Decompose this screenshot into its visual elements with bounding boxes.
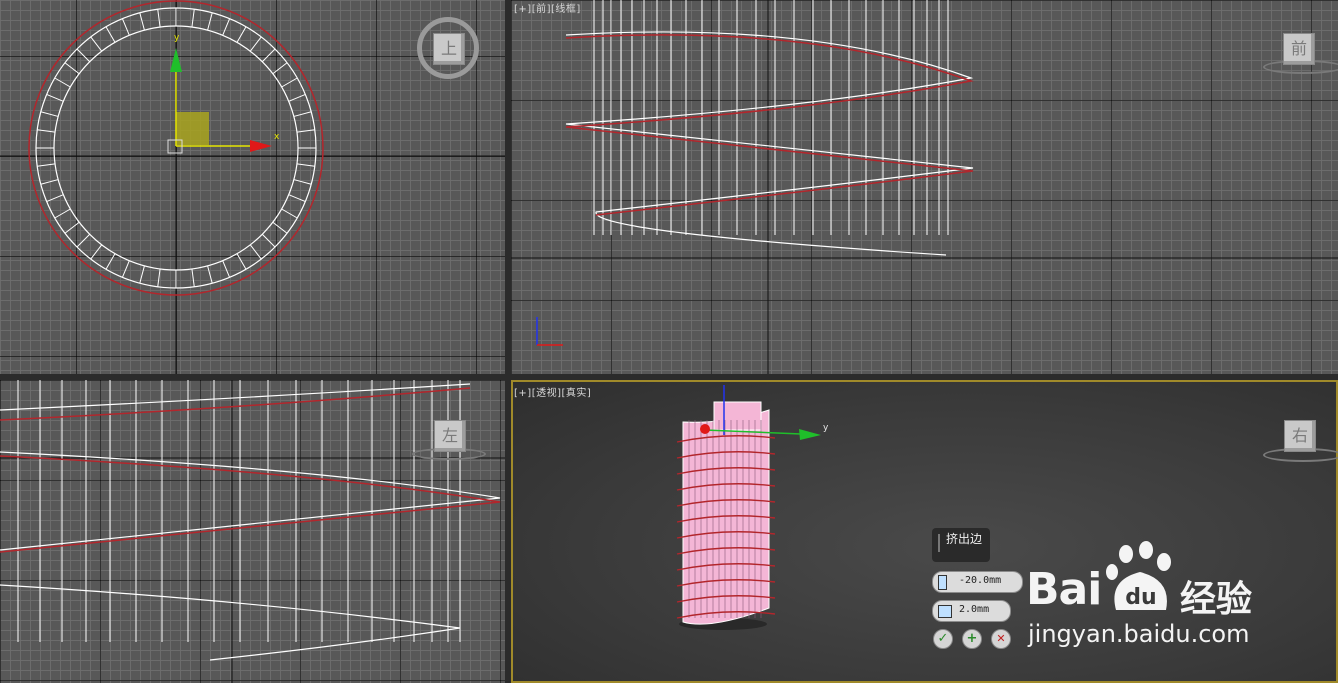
width-icon (938, 605, 952, 618)
left-view-canvas (0, 380, 505, 683)
helix-wire-side (0, 383, 501, 661)
caddy-drag-handle[interactable] (938, 534, 940, 552)
viewcube-left[interactable]: 左 (434, 420, 466, 452)
label-view[interactable]: [前] (532, 4, 551, 15)
viewport-left[interactable]: 左 (0, 380, 505, 683)
viewport-label-front[interactable]: [+][前][线框] (514, 0, 581, 15)
watermark-brand-suffix: 经验 (1180, 579, 1253, 620)
viewcube-right[interactable]: 右 (1284, 420, 1316, 452)
gizmo-x-handle (700, 424, 710, 434)
label-view[interactable]: [透视] (532, 388, 562, 399)
viewport-label-perspective[interactable]: [+][透视][真实] (514, 384, 591, 399)
caddy-title[interactable]: 挤出边 (932, 528, 990, 562)
paw-text: du (1125, 585, 1156, 610)
extrude-width-value[interactable]: 2.0mm (959, 604, 989, 615)
caddy-title-text: 挤出边 (946, 532, 983, 546)
helix-spline (565, 34, 974, 216)
viewcube-top[interactable]: 上 (433, 33, 465, 65)
helix-spline-side (0, 387, 501, 553)
baidu-paw-icon: du (1106, 541, 1171, 610)
gizmo-x-arrow (250, 140, 272, 152)
label-plus[interactable]: [+] (514, 4, 532, 15)
helix-mesh-body (682, 409, 770, 625)
caddy-cancel-button[interactable]: ✕ (991, 629, 1011, 649)
watermark-brand: Bai (1026, 564, 1102, 615)
caddy-apply-button[interactable]: + (962, 629, 982, 649)
label-plus[interactable]: [+] (514, 388, 532, 399)
watermark-url: jingyan.baidu.com (1028, 620, 1250, 648)
gizmo-x-label: x (274, 132, 280, 142)
gizmo-y-label: y (174, 33, 180, 43)
viewcube-front[interactable]: 前 (1283, 33, 1315, 65)
viewport-top[interactable]: y x 上 (0, 0, 505, 374)
gizmo-y-arrow (170, 48, 182, 72)
axis-tripod (536, 317, 563, 346)
gizmo-y-label: y (823, 423, 829, 433)
label-shading[interactable]: [真实] (562, 388, 592, 399)
label-shading[interactable]: [线框] (551, 4, 581, 15)
viewport-front[interactable]: [+][前][线框] 前 (511, 0, 1338, 374)
helix-wire (565, 31, 974, 256)
extrude-height-value[interactable]: -20.0mm (959, 575, 1001, 586)
front-view-canvas (511, 0, 1338, 374)
extrude-height-field[interactable]: -20.0mm (932, 571, 1023, 593)
extrude-width-field[interactable]: 2.0mm (932, 600, 1011, 622)
height-icon (938, 575, 947, 590)
caddy-ok-button[interactable]: ✓ (933, 629, 953, 649)
